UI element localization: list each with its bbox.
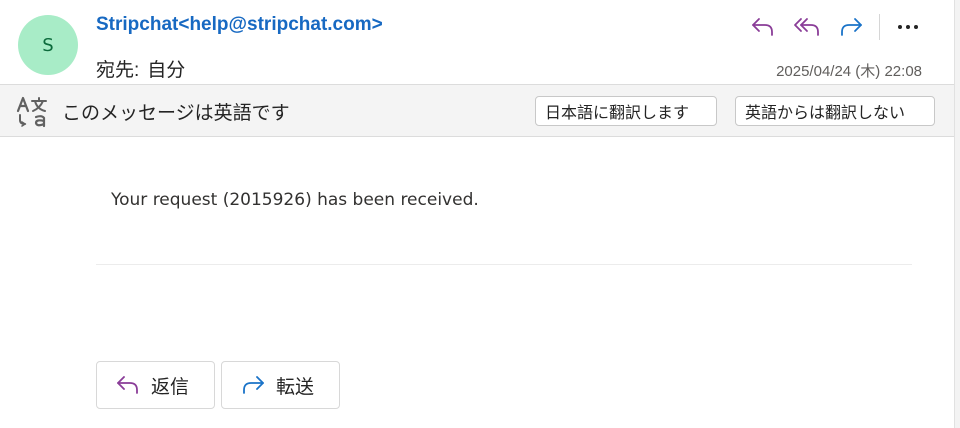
forward-label: 転送 xyxy=(276,376,315,398)
recipient-line: 宛先: 自分 xyxy=(96,55,185,82)
avatar-initial: S xyxy=(42,34,54,56)
reply-all-icon xyxy=(794,18,819,36)
reply-icon xyxy=(117,376,138,394)
forward-icon xyxy=(243,376,264,394)
sender-avatar[interactable]: S xyxy=(18,15,78,75)
footer-reply-button[interactable]: 返信 xyxy=(96,361,215,409)
forward-icon xyxy=(841,18,862,36)
message-actions xyxy=(741,12,930,42)
reply-label: 返信 xyxy=(151,376,190,398)
window-edge xyxy=(954,0,960,428)
to-label: 宛先: xyxy=(96,60,140,81)
sender-name[interactable]: Stripchat<help@stripchat.com> xyxy=(96,14,383,36)
action-separator xyxy=(879,14,880,40)
more-icon xyxy=(898,25,918,29)
never-translate-button[interactable]: 英語からは翻訳しない xyxy=(735,96,935,126)
translation-bar: このメッセージは英語です 日本語に翻訳します 英語からは翻訳しない xyxy=(0,84,954,137)
reply-all-button[interactable] xyxy=(785,12,829,42)
translate-icon xyxy=(16,96,47,128)
reply-icon xyxy=(752,18,773,36)
translation-message: このメッセージは英語です xyxy=(62,103,290,124)
received-date: 2025/04/24 (木) 22:08 xyxy=(776,63,922,80)
translate-to-japanese-button[interactable]: 日本語に翻訳します xyxy=(535,96,717,126)
footer-forward-button[interactable]: 転送 xyxy=(221,361,340,409)
more-actions-button[interactable] xyxy=(886,12,930,42)
recipient-name[interactable]: 自分 xyxy=(147,60,185,81)
message-body: Your request (2015926) has been received… xyxy=(111,190,479,210)
reply-button[interactable] xyxy=(741,12,785,42)
body-divider xyxy=(96,264,912,265)
forward-button[interactable] xyxy=(829,12,873,42)
